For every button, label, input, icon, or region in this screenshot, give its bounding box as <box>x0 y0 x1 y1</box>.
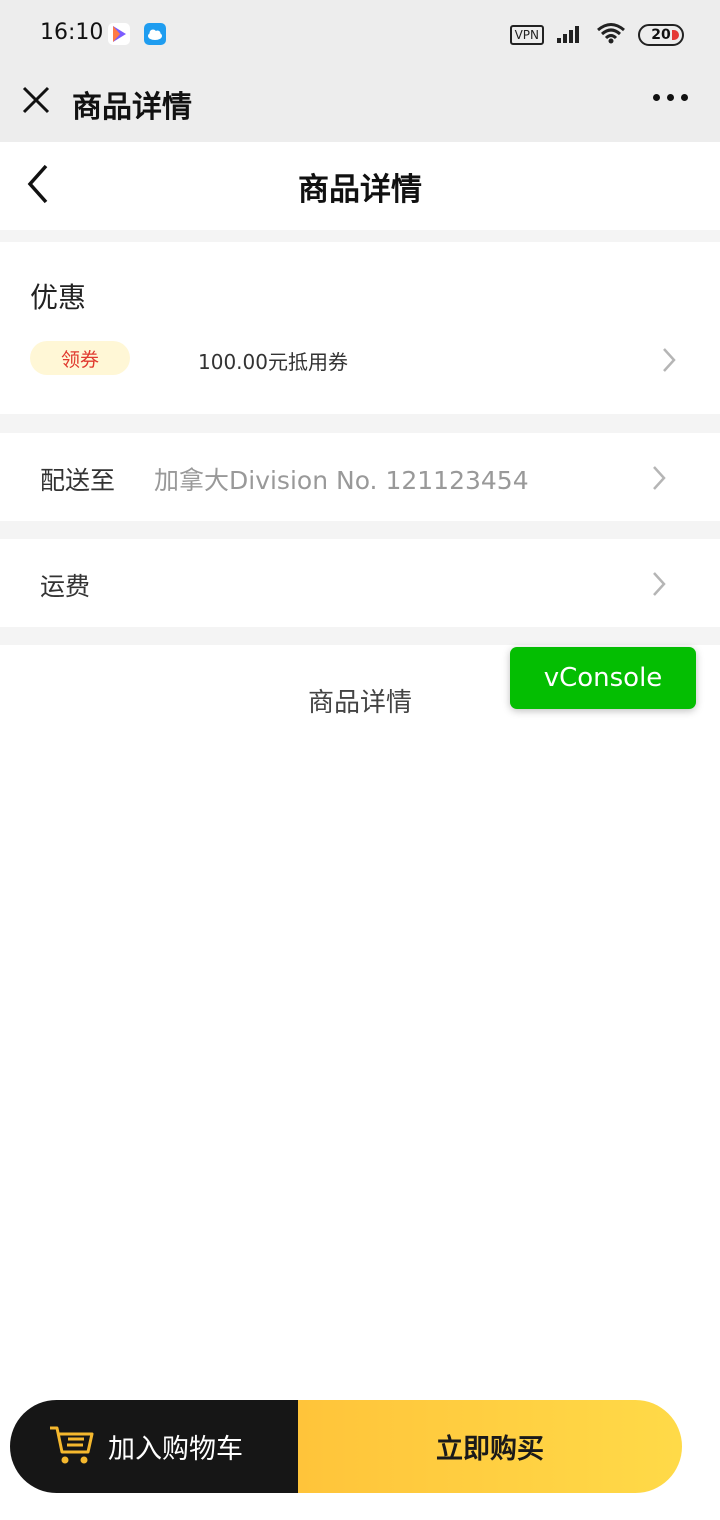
chevron-right-icon <box>662 347 676 373</box>
add-to-cart-label: 加入购物车 <box>108 1434 243 1465</box>
bottom-action-bar: 加入购物车 立即购买 <box>10 1400 682 1493</box>
vpn-badge: VPN <box>509 25 544 45</box>
close-icon[interactable] <box>20 84 52 116</box>
coupon-badge[interactable]: 领券 <box>30 341 130 375</box>
delivery-label: 配送至 <box>40 466 116 495</box>
delivery-row[interactable]: 配送至 加拿大Division No. 121123454 <box>0 433 720 521</box>
vconsole-button[interactable]: vConsole <box>510 647 696 709</box>
battery-icon: 20 <box>638 24 684 46</box>
coupon-text: 100.00元抵用券 <box>198 350 348 374</box>
divider <box>0 230 720 242</box>
page-header: 商品详情 <box>0 142 720 230</box>
more-icon[interactable] <box>653 94 688 101</box>
delivery-address: 加拿大Division No. 121123454 <box>154 466 529 495</box>
shipping-row[interactable]: 运费 <box>0 539 720 627</box>
wifi-icon <box>596 22 626 48</box>
promo-section[interactable]: 优惠 领券 100.00元抵用券 <box>0 242 720 414</box>
divider <box>0 414 720 433</box>
mini-program-title: 商品详情 <box>72 90 192 125</box>
signal-icon <box>556 23 584 47</box>
page-title: 商品详情 <box>298 172 422 208</box>
divider <box>0 627 720 645</box>
cloud-icon <box>144 23 166 45</box>
promo-title: 优惠 <box>30 281 87 314</box>
status-time: 16:10 <box>40 20 104 45</box>
divider <box>0 521 720 539</box>
add-to-cart-button[interactable]: 加入购物车 <box>10 1400 298 1493</box>
cart-icon <box>48 1424 96 1470</box>
shipping-label: 运费 <box>40 572 91 601</box>
chevron-right-icon <box>652 571 666 597</box>
play-store-icon <box>108 23 130 45</box>
status-bar: 16:10 VPN 20 <box>0 0 720 70</box>
battery-level: 20 <box>651 27 671 43</box>
buy-now-button[interactable]: 立即购买 <box>298 1400 682 1493</box>
chevron-right-icon <box>652 465 666 491</box>
mini-program-bar: 商品详情 <box>0 70 720 142</box>
